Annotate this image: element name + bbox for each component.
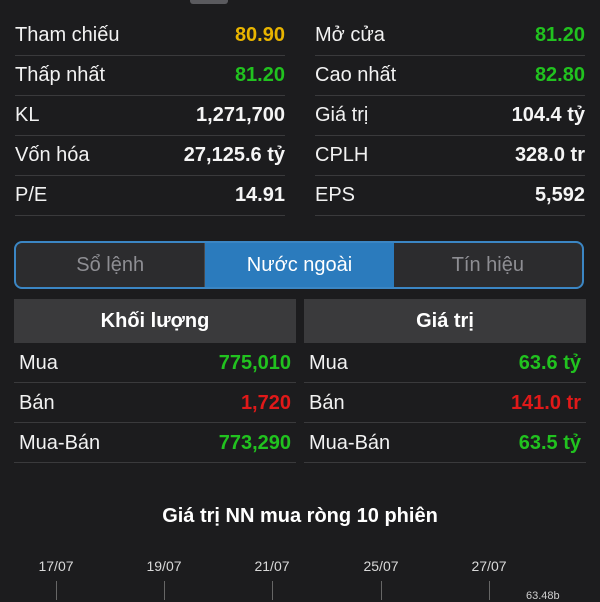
stat-value: 81.20 [534, 24, 585, 46]
row-value: 1,720 [240, 392, 291, 414]
stat-label: Giá trị [315, 104, 369, 126]
stat-value-traded: Giá trị 104.4 tỷ [315, 96, 585, 136]
x-tick [56, 581, 57, 600]
row-label: Mua-Bán [309, 432, 391, 454]
stat-label: EPS [315, 184, 356, 206]
panel-header: Giá trị [304, 299, 586, 343]
row-label: Mua [19, 352, 58, 374]
x-tick [164, 581, 165, 600]
stat-shares-outstanding: CPLH 328.0 tr [315, 136, 585, 176]
stat-label: Vốn hóa [15, 144, 90, 166]
row-value: 63.6 tỷ [518, 352, 581, 374]
stat-label: Thấp nhất [15, 64, 106, 86]
stat-high: Cao nhất 82.80 [315, 56, 585, 96]
stat-value: 104.4 tỷ [511, 104, 585, 126]
x-tick-label: 27/07 [471, 558, 507, 574]
row-value: 773,290 [218, 432, 291, 454]
volume-row-net: Mua-Bán 773,290 [14, 423, 296, 463]
stat-value: 82.80 [534, 64, 585, 86]
x-tick-label: 21/07 [254, 558, 290, 574]
chart-title: Giá trị NN mua ròng 10 phiên [162, 505, 438, 527]
stat-value: 80.90 [234, 24, 285, 46]
tab-signals[interactable]: Tín hiệu [394, 243, 582, 287]
row-value: 63.5 tỷ [518, 432, 581, 454]
stat-volume: KL 1,271,700 [15, 96, 285, 136]
stat-market-cap: Vốn hóa 27,125.6 tỷ [15, 136, 285, 176]
row-label: Mua-Bán [19, 432, 101, 454]
x-tick [381, 581, 382, 600]
value-row-buy: Mua 63.6 tỷ [304, 343, 586, 383]
x-tick-label: 17/07 [38, 558, 74, 574]
stat-value: 328.0 tr [514, 144, 585, 166]
row-label: Mua [309, 352, 348, 374]
drag-handle[interactable] [190, 0, 228, 4]
foreign-value-panel: Giá trị Mua 63.6 tỷ Bán 141.0 tr Mua-Bán… [304, 299, 586, 463]
segmented-tabs: Sổ lệnh Nước ngoài Tín hiệu [14, 241, 584, 289]
stat-label: Tham chiếu [15, 24, 120, 46]
row-label: Bán [309, 392, 345, 414]
stat-label: Mở cửa [315, 24, 385, 46]
volume-row-buy: Mua 775,010 [14, 343, 296, 383]
stat-reference: Tham chiếu 80.90 [15, 16, 285, 56]
tab-order-book[interactable]: Sổ lệnh [16, 243, 206, 287]
stat-open: Mở cửa 81.20 [315, 16, 585, 56]
stat-value: 5,592 [534, 184, 585, 206]
stat-value: 81.20 [234, 64, 285, 86]
x-tick [272, 581, 273, 600]
stat-label: CPLH [315, 144, 369, 166]
value-row-sell: Bán 141.0 tr [304, 383, 586, 423]
x-tick [489, 581, 490, 600]
volume-row-sell: Bán 1,720 [14, 383, 296, 423]
stat-label: Cao nhất [315, 64, 397, 86]
stat-value: 14.91 [234, 184, 285, 206]
stat-label: KL [15, 104, 40, 126]
row-value: 775,010 [218, 352, 291, 374]
stat-eps: EPS 5,592 [315, 176, 585, 216]
stat-value: 27,125.6 tỷ [183, 144, 285, 166]
stat-label: P/E [15, 184, 48, 206]
row-value: 141.0 tr [510, 392, 581, 414]
value-row-net: Mua-Bán 63.5 tỷ [304, 423, 586, 463]
row-label: Bán [19, 392, 55, 414]
foreign-volume-panel: Khối lượng Mua 775,010 Bán 1,720 Mua-Bán… [14, 299, 296, 463]
x-tick-label: 19/07 [146, 558, 182, 574]
x-tick-label: 25/07 [363, 558, 399, 574]
stat-value: 1,271,700 [196, 104, 285, 126]
panel-header: Khối lượng [14, 299, 296, 343]
stat-low: Thấp nhất 81.20 [15, 56, 285, 96]
tab-foreign[interactable]: Nước ngoài [205, 243, 394, 287]
stat-pe: P/E 14.91 [15, 176, 285, 216]
bar-value-label: 63.48b [526, 590, 560, 602]
